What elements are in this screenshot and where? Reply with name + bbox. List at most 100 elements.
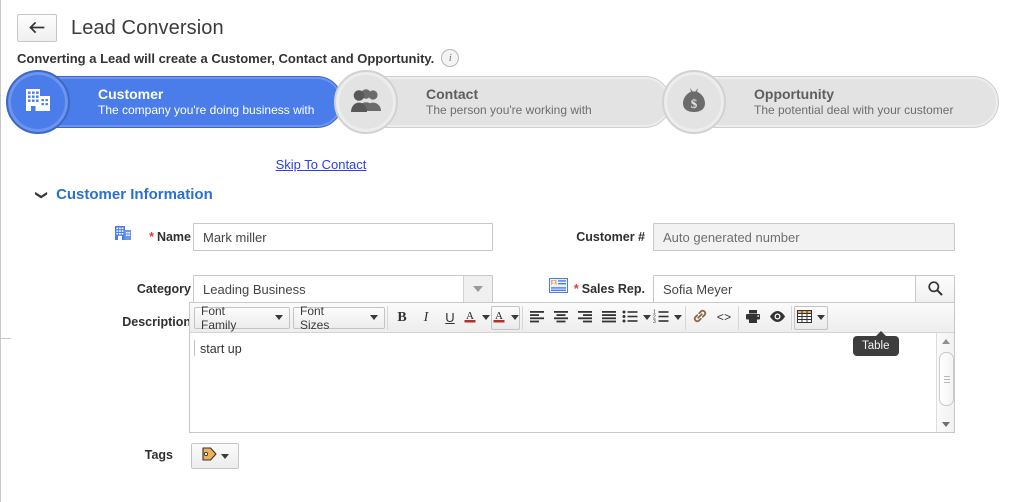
editor-content: start up [200,342,242,356]
lead-conversion-page: Lead Conversion Converting a Lead will c… [0,0,1010,502]
step-contact-bubble [334,70,398,134]
font-family-select[interactable]: Font Family [194,303,290,332]
category-dropdown-arrow[interactable] [463,276,492,302]
align-left-button[interactable] [525,306,549,330]
toolbar-group-fonts: Font Family Font Sizes [192,303,388,332]
back-button[interactable] [17,14,57,42]
chevron-down-icon[interactable] [643,315,651,320]
form-row-name: * Name Mark miller Customer # Auto genera… [1,222,1010,262]
info-icon[interactable]: i [441,49,460,67]
underline-button[interactable]: U [438,306,462,330]
tags-label: Tags [144,448,173,462]
step-opportunity-text: Opportunity The potential deal with your… [754,86,953,119]
toolbar-group-table [792,305,830,330]
toolbar-group-styles: B I U A A [388,305,523,330]
scroll-up-arrow[interactable] [937,333,954,349]
sales-rep-value: Sofia Meyer [663,281,733,297]
skip-link-wrap: Skip To Contact [1,156,641,174]
sales-rep-search-button[interactable] [915,276,954,302]
category-label: Category [136,282,191,296]
editor-toolbar: Font Family Font Sizes B I U A A 1 2 3 <… [190,303,954,333]
chevron-down-icon[interactable] [674,315,682,320]
text-color-button[interactable]: A [462,306,491,330]
tag-icon [201,446,217,466]
link-icon [692,308,708,327]
description-label: Description [122,315,191,329]
grip-icon [943,375,950,383]
chevron-down-icon: ❯ [35,189,50,200]
conversion-stepper: Customer The company you're doing busine… [6,70,999,134]
description-editor: Font Family Font Sizes B I U A A 1 2 3 <… [189,302,955,433]
font-color-icon: A [463,308,477,327]
chevron-down-icon [473,286,483,292]
highlight-color-icon: A [492,308,506,327]
svg-text:3: 3 [653,319,656,323]
step-opportunity-title: Opportunity [754,85,835,102]
font-sizes-select[interactable]: Font Sizes [293,304,385,332]
sales-rep-label: Sales Rep. [581,282,645,296]
sales-rep-label-wrap: * Sales Rep. [501,282,645,296]
bullet-list-button[interactable] [621,306,652,330]
step-contact[interactable]: Contact The person you're working with [334,70,671,134]
chevron-up-icon [941,338,950,344]
code-icon: <> [716,310,732,325]
search-icon [927,280,943,299]
chevron-down-icon[interactable] [482,315,490,320]
toolbar-group-align: 123 [523,305,686,330]
sales-rep-input[interactable]: Sofia Meyer [653,275,955,303]
print-button[interactable] [741,306,765,330]
table-icon [797,309,812,326]
eye-icon [769,310,786,326]
category-dropdown[interactable]: Leading Business [193,275,493,303]
customer-information-form: * Name Mark miller Customer # Auto genera… [1,222,1010,329]
text-caret [194,340,195,356]
page-header: Lead Conversion [17,14,224,42]
bullet-list-icon [622,309,638,326]
step-customer-bubble [6,70,70,134]
italic-button[interactable]: I [414,306,438,330]
category-value: Leading Business [203,281,306,297]
font-family-label: Font Family [201,303,237,332]
name-input-value: Mark miller [203,229,267,245]
scroll-down-arrow[interactable] [937,416,954,432]
step-contact-desc: The person you're working with [426,103,592,118]
sales-rep-required-marker: * [573,282,579,296]
customer-number-input: Auto generated number [653,223,955,251]
align-center-button[interactable] [549,306,573,330]
step-opportunity-desc: The potential deal with your customer [754,103,954,118]
section-title: Customer Information [56,186,213,203]
page-subtitle-row: Converting a Lead will create a Customer… [17,49,460,67]
step-customer-text: Customer The company you're doing busine… [98,86,314,119]
arrow-left-icon [29,22,45,34]
background-color-button[interactable]: A [491,305,520,330]
scrollbar-thumb[interactable] [939,352,954,406]
chevron-down-icon [370,315,378,320]
step-contact-text: Contact The person you're working with [426,86,592,119]
page-subtitle: Converting a Lead will create a Customer… [17,50,435,66]
chevron-down-icon [275,315,283,320]
step-customer-desc: The company you're doing business with [98,103,315,118]
name-label: Name [156,230,191,244]
link-button[interactable] [688,306,712,330]
chevron-down-icon[interactable] [511,315,519,320]
table-button[interactable] [794,305,828,330]
table-tooltip: Table [853,331,899,356]
name-input[interactable]: Mark miller [193,223,493,251]
bold-button[interactable]: B [390,306,414,330]
preview-button[interactable] [765,306,789,330]
step-opportunity-bubble: $ [662,70,726,134]
chevron-down-icon[interactable] [817,315,825,320]
source-code-button[interactable]: <> [712,306,736,330]
step-customer[interactable]: Customer The company you're doing busine… [6,70,343,134]
editor-scrollbar[interactable] [936,333,954,432]
editor-body[interactable]: start up [190,333,954,432]
align-justify-button[interactable] [597,306,621,330]
align-justify-icon [601,309,617,326]
numbered-list-button[interactable]: 123 [652,306,683,330]
tags-button[interactable] [191,443,239,469]
customer-number-value: Auto generated number [663,229,800,245]
customer-information-section-header[interactable]: ❯ Customer Information [35,186,213,203]
align-right-button[interactable] [573,306,597,330]
skip-to-contact-link[interactable]: Skip To Contact [276,157,367,172]
step-opportunity[interactable]: $ Opportunity The potential deal with yo… [662,70,999,134]
